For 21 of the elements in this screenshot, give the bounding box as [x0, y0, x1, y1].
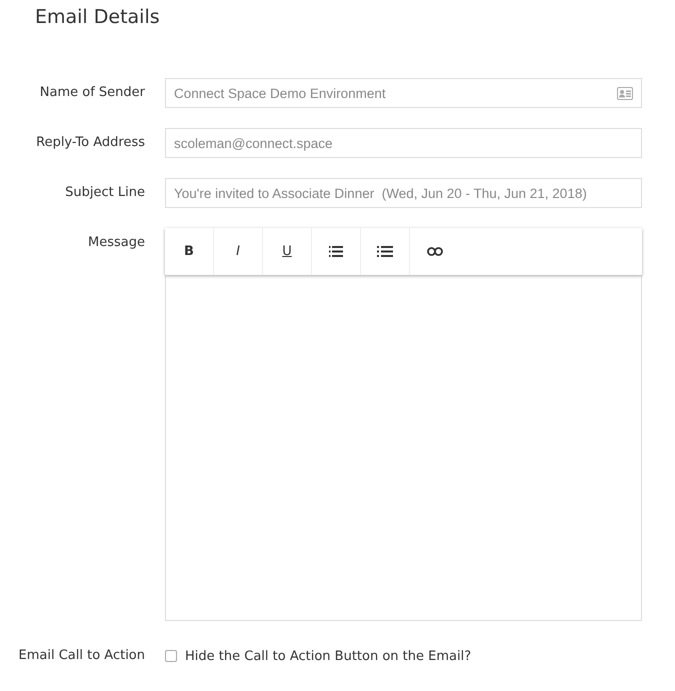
link-icon — [426, 247, 442, 256]
input-field[interactable]: Connect Space Demo Environment — [165, 78, 642, 108]
bullet-list-button[interactable] — [361, 228, 410, 275]
field-label: Message — [87, 234, 145, 252]
checkbox[interactable] — [165, 650, 177, 662]
field-label: Subject Line — [64, 184, 145, 202]
numbered-list-button[interactable] — [312, 228, 361, 275]
link-button[interactable] — [410, 228, 459, 275]
input-field[interactable]: scoleman@connect.space — [165, 128, 642, 158]
section-title: Email Details — [35, 6, 161, 30]
field-label: Email Call to Action — [18, 647, 145, 665]
field-label: Name of Sender — [38, 84, 145, 102]
underline-button[interactable]: U — [263, 228, 312, 275]
checkbox-label: Hide the Call to Action Button on the Email? — [185, 648, 472, 664]
bold-button[interactable]: B — [165, 228, 214, 275]
italic-button[interactable]: I — [214, 228, 263, 275]
input-field[interactable]: You're invited to Associate Dinner (Wed, Jun 20 - Thu, Jun 21, 2018) — [165, 178, 642, 208]
contact-card-icon — [617, 87, 633, 100]
bullet-list-icon — [377, 246, 393, 257]
field-label: Reply-To Address — [35, 134, 145, 152]
numbered-list-icon — [329, 246, 343, 257]
